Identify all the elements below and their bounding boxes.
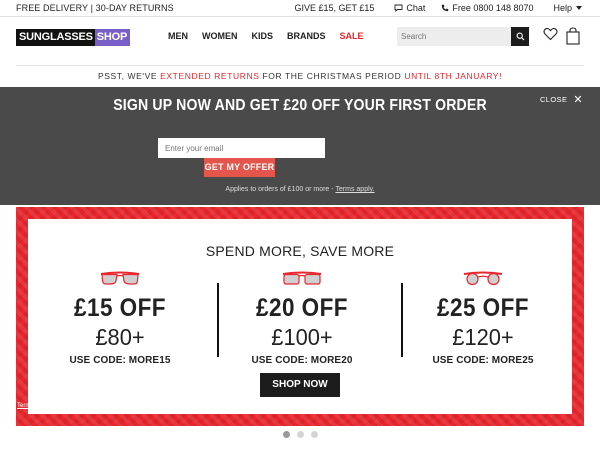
banner-heading: SPEND MORE, SAVE MORE [205,243,395,259]
phone-icon [442,4,449,12]
terms-link[interactable]: Terms apply. [335,186,374,193]
refer-offer-link[interactable]: GIVE £15, GET £15 [295,3,375,13]
chat-label: Chat [406,3,426,13]
tier-column: £20 OFF £100+ USE CODE: MORE20 [212,271,392,366]
signup-overlay: SIGN UP NOW AND GET £20 OFF YOUR FIRST O… [0,87,600,205]
site-header: SUNGLASSES SHOP MEN WOMEN KIDS BRANDS SA… [0,17,600,57]
promo-strip: PSST, WE'VE EXTENDED RETURNS FOR THE CHR… [16,65,584,86]
tier-code: USE CODE: MORE20 [251,355,353,366]
site-logo[interactable]: SUNGLASSES SHOP [16,29,131,46]
nav-item-kids[interactable]: KIDS [252,31,274,41]
close-label: CLOSE [539,95,568,104]
nav-item-brands[interactable]: BRANDS [287,31,326,41]
tier-code: USE CODE: MORE15 [69,355,171,366]
chat-icon [394,4,403,12]
tier-discount: £15 OFF [74,294,166,322]
banner-terms: Terms apply. Ends 06/12/2017 [17,403,98,409]
nav-item-men[interactable]: MEN [168,31,188,41]
search-button[interactable] [511,27,529,46]
signup-note-text: Applies to orders of £100 or more - [225,186,336,193]
banner-terms-link[interactable]: Terms apply. [17,403,51,409]
sunglasses-icon [463,271,503,286]
carousel-dots [283,431,318,438]
chat-link[interactable]: Chat [394,3,425,13]
wishlist-heart-icon[interactable] [543,27,558,41]
tier-threshold: £80+ [95,324,145,350]
sunglasses-icon [282,271,322,285]
signup-note: Applies to orders of £100 or more - Term… [0,186,600,193]
help-menu[interactable]: Help [553,3,582,13]
close-icon: ✕ [573,93,583,106]
tier-code: USE CODE: MORE25 [432,355,534,366]
tier-discount: £25 OFF [437,294,529,322]
search-input[interactable] [397,27,511,46]
search-bar [397,27,529,46]
search-icon [516,32,524,41]
logo-text-secondary: SHOP [94,29,131,46]
utility-links: GIVE £15, GET £15 Chat Free 0800 148 807… [295,3,582,13]
get-offer-button[interactable]: GET MY OFFER [204,158,275,177]
promo-card: SPEND MORE, SAVE MORE £15 OFF £80+ USE C… [28,219,572,414]
shopping-bag-icon[interactable] [566,27,580,45]
carousel-dot[interactable] [311,431,318,438]
phone-link[interactable]: Free 0800 148 8070 [441,3,533,13]
nav-item-women[interactable]: WOMEN [202,31,238,41]
banner-terms-end: Ends 06/12/2017 [50,403,98,409]
chevron-down-icon [576,6,582,10]
help-label: Help [553,3,572,13]
header-icons [543,27,580,45]
shop-now-button[interactable]: SHOP NOW [260,373,340,397]
logo-text-primary: SUNGLASSES [16,29,95,46]
promo-until: UNTIL 8TH JANUARY! [404,71,503,81]
tier-column: £15 OFF £80+ USE CODE: MORE15 [30,271,210,366]
nav-item-sale[interactable]: SALE [340,31,364,41]
tier-threshold: £120+ [452,324,514,350]
tier-threshold: £100+ [271,324,333,350]
promo-banner[interactable]: SPEND MORE, SAVE MORE £15 OFF £80+ USE C… [16,207,584,426]
promo-prefix: PSST, WE'VE [97,71,161,81]
promo-highlight-link[interactable]: EXTENDED RETURNS [160,71,259,81]
email-field[interactable] [158,138,325,158]
phone-label: Free 0800 148 8070 [452,3,534,13]
delivery-info: FREE DELIVERY | 30-DAY RETURNS [16,3,174,13]
carousel-dot[interactable] [297,431,304,438]
main-nav: MEN WOMEN KIDS BRANDS SALE [168,31,364,41]
signup-heading: SIGN UP NOW AND GET £20 OFF YOUR FIRST O… [113,97,487,114]
utility-bar: FREE DELIVERY | 30-DAY RETURNS GIVE £15,… [0,0,600,17]
tier-column: £25 OFF £120+ USE CODE: MORE25 [393,271,573,366]
tier-discount: £20 OFF [256,294,348,322]
promo-middle: FOR THE CHRISTMAS PERIOD [259,71,405,81]
sunglasses-icon [100,271,140,285]
close-button[interactable]: CLOSE ✕ [539,93,583,106]
carousel-dot[interactable] [283,431,290,438]
